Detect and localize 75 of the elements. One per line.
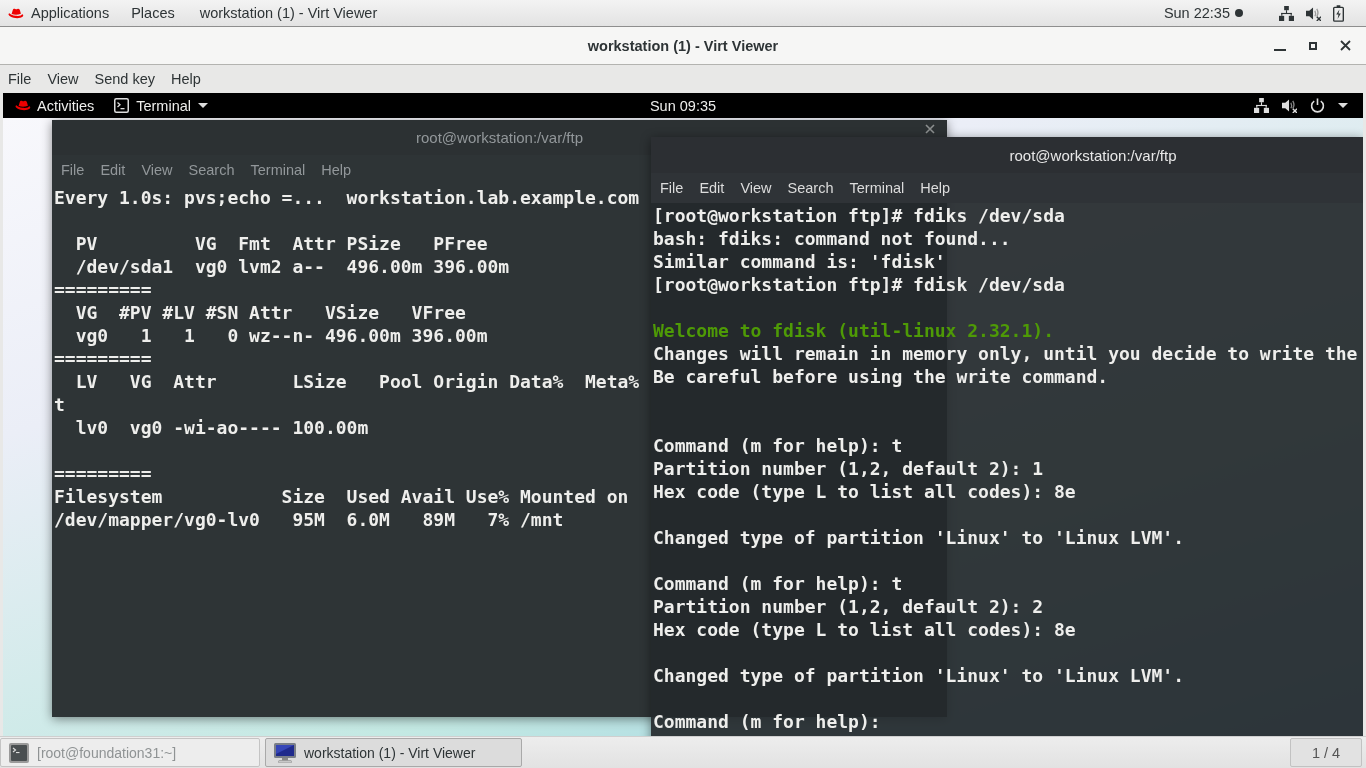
menu-item[interactable]: Send key bbox=[94, 71, 155, 87]
menu-item[interactable]: View bbox=[47, 71, 79, 87]
panel-menu[interactable]: Applications bbox=[31, 5, 110, 21]
menu-item[interactable]: Help bbox=[321, 162, 352, 178]
terminal-line: Command (m for help): bbox=[653, 710, 881, 733]
terminal-line: Changed type of partition 'Linux' to 'Linux LVM'. bbox=[653, 664, 1184, 687]
terminal-line: Hex code (type L to list all codes): 8e bbox=[653, 618, 1076, 641]
menu-item[interactable]: Help bbox=[920, 180, 951, 196]
terminal-icon bbox=[9, 742, 29, 763]
terminal-line: bash: fdiks: command not found... bbox=[653, 227, 1011, 250]
terminal-line: Changes will remain in memory only, until you decide to write the bbox=[653, 342, 1358, 365]
menu-item[interactable]: Help bbox=[171, 71, 201, 87]
terminal-line: ========= bbox=[54, 278, 152, 301]
terminal-line: lv0 vg0 -wi-ao---- 100.00m bbox=[74, 416, 369, 439]
system-menu[interactable] bbox=[1254, 98, 1348, 113]
terminal-line: ========= bbox=[54, 462, 152, 485]
menu-item[interactable]: View bbox=[740, 180, 772, 196]
terminal-line: LV VG Attr LSize Pool Origin Data% Meta% bbox=[74, 370, 640, 393]
terminal-line: Changed type of partition 'Linux' to 'Linux LVM'. bbox=[653, 526, 1184, 549]
panel-menu[interactable]: Places bbox=[131, 5, 175, 21]
network-icon bbox=[1254, 98, 1269, 113]
hat-icon[interactable] bbox=[8, 7, 24, 19]
terminal-line: VG #PV #LV #SN Attr VSize VFree bbox=[74, 301, 466, 324]
menu-item[interactable]: File bbox=[660, 180, 684, 196]
minimize-icon[interactable] bbox=[1274, 48, 1286, 51]
terminal-line: Every 1.0s: pvs;echo =... workstation.lab.example.com bbox=[54, 186, 640, 209]
muted-speaker-icon bbox=[1282, 98, 1297, 113]
terminal-line: [root@workstation ftp]# fdisk /dev/sda bbox=[653, 273, 1065, 296]
window-title: workstation (1) - Virt Viewer bbox=[587, 37, 779, 54]
menu-item[interactable]: Edit bbox=[100, 162, 126, 178]
caret-icon bbox=[1338, 103, 1348, 108]
hat-icon bbox=[15, 100, 31, 111]
terminal-line: Welcome to fdisk (util-linux 2.32.1). bbox=[653, 319, 1054, 342]
terminal-line: Partition number (1,2, default 2): 2 bbox=[653, 595, 1044, 618]
terminal-line: PV VG Fmt Attr PSize PFree bbox=[74, 232, 488, 255]
terminal-icon bbox=[114, 98, 130, 113]
muted-speaker-icon[interactable] bbox=[1306, 5, 1321, 21]
menu-item[interactable]: Edit bbox=[699, 180, 725, 196]
power-icon bbox=[1310, 98, 1325, 113]
terminal-line: /dev/sda1 vg0 lvm2 a-- 496.00m 396.00m bbox=[74, 255, 510, 278]
monitor-icon bbox=[274, 742, 296, 763]
window-title: root@workstation:/var/ftp bbox=[416, 129, 583, 146]
maximize-icon[interactable] bbox=[1309, 41, 1317, 50]
menu-item[interactable]: Search bbox=[188, 162, 235, 178]
network-icon[interactable] bbox=[1279, 5, 1294, 21]
terminal-line: [root@workstation ftp]# fdiks /dev/sda bbox=[653, 204, 1065, 227]
terminal-line: Be careful before using the write command. bbox=[653, 365, 1109, 388]
terminal-line: Partition number (1,2, default 2): 1 bbox=[653, 457, 1044, 480]
caret-icon bbox=[198, 103, 208, 108]
clock[interactable]: Sun 09:35 bbox=[649, 97, 717, 114]
terminal-line: Filesystem Size Used Avail Use% Mounted on bbox=[54, 485, 629, 508]
terminal-line: Similar command is: 'fdisk' bbox=[653, 250, 946, 273]
close-icon[interactable] bbox=[1340, 40, 1351, 51]
clock[interactable]: Sun 22:35 bbox=[1163, 5, 1230, 21]
app-menu[interactable]: Terminal bbox=[114, 97, 208, 114]
menu-item[interactable]: View bbox=[141, 162, 173, 178]
terminal-line: Command (m for help): t bbox=[653, 572, 903, 595]
menu-item[interactable]: Terminal bbox=[250, 162, 306, 178]
menu-item[interactable]: File bbox=[61, 162, 85, 178]
terminal-line: vg0 1 1 0 wz--n- 496.00m 396.00m bbox=[74, 324, 488, 347]
workspace-switcher[interactable]: 1 / 4 bbox=[1290, 738, 1362, 767]
taskbar-button[interactable]: workstation (1) - Virt Viewer bbox=[265, 738, 522, 767]
terminal-line: /dev/mapper/vg0-lv0 95M 6.0M 89M 7% /mnt bbox=[54, 508, 564, 531]
terminal-line: ========= bbox=[54, 347, 152, 370]
battery-icon[interactable] bbox=[1333, 4, 1344, 22]
menu-item[interactable]: Terminal bbox=[849, 180, 905, 196]
terminal-line: Hex code (type L to list all codes): 8e bbox=[653, 480, 1076, 503]
window-list-title[interactable]: workstation (1) - Virt Viewer bbox=[199, 5, 378, 21]
menu-item[interactable]: Search bbox=[787, 180, 834, 196]
terminal-line: t bbox=[54, 393, 65, 416]
terminal-line: Command (m for help): t bbox=[653, 434, 903, 457]
menu-item[interactable]: File bbox=[8, 71, 32, 87]
activities-button[interactable]: Activities bbox=[15, 97, 95, 114]
window-title: root@workstation:/var/ftp bbox=[1009, 146, 1177, 164]
dot-icon bbox=[1235, 9, 1243, 17]
